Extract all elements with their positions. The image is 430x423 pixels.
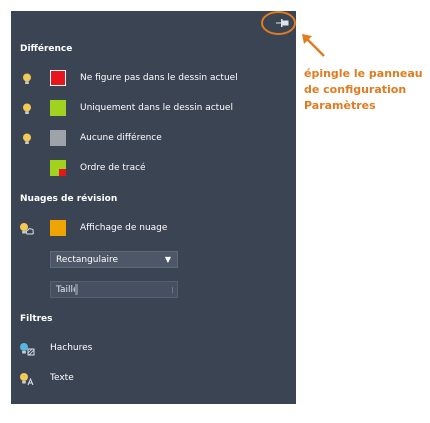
- settings-panel: Différence Ne figure pas dans le dessin …: [11, 11, 296, 404]
- filter-row-hatches[interactable]: Hachures: [11, 338, 296, 360]
- color-swatch-orange[interactable]: [50, 220, 66, 236]
- cloud-size-slider[interactable]: Taille: [50, 281, 178, 298]
- callout-line: Paramètres: [304, 99, 376, 112]
- callout-arrow-icon: [302, 34, 325, 57]
- difference-row-not-in-current[interactable]: Ne figure pas dans le dessin actuel: [11, 68, 296, 90]
- color-swatch-green[interactable]: [50, 100, 66, 116]
- text-bulb-icon[interactable]: [19, 372, 35, 386]
- section-title-filters: Filtres: [20, 314, 53, 324]
- difference-label: Ordre de tracé: [80, 163, 146, 173]
- cloud-shape-dropdown[interactable]: Rectangulaire ▼: [50, 251, 178, 268]
- cloud-display-row[interactable]: Affichage de nuage: [11, 218, 296, 240]
- section-title-revision-clouds: Nuages de révision: [20, 194, 118, 204]
- color-swatch-gray[interactable]: [50, 130, 66, 146]
- difference-label: Aucune différence: [80, 133, 162, 143]
- difference-row-no-difference[interactable]: Aucune différence: [11, 128, 296, 150]
- cloud-shape-value: Rectangulaire: [56, 255, 119, 265]
- lightbulb-icon[interactable]: [22, 73, 32, 85]
- difference-row-only-in-current[interactable]: Uniquement dans le dessin actuel: [11, 98, 296, 120]
- lightbulb-icon[interactable]: [22, 133, 32, 145]
- color-swatch-draw-order[interactable]: [50, 160, 66, 176]
- difference-label: Ne figure pas dans le dessin actuel: [80, 73, 238, 83]
- difference-row-draw-order[interactable]: Ordre de tracé: [11, 158, 296, 180]
- callout-highlight-ellipse: [261, 11, 296, 35]
- chevron-down-icon: ▼: [164, 255, 171, 264]
- slider-thumb[interactable]: [75, 284, 78, 295]
- callout-text: épingle le panneau de configuration Para…: [304, 66, 428, 114]
- color-swatch-red[interactable]: [50, 70, 66, 86]
- cloud-bulb-icon[interactable]: [19, 222, 35, 236]
- filter-label: Hachures: [50, 343, 93, 353]
- slider-end-tick: [172, 287, 173, 293]
- hatch-bulb-icon[interactable]: [19, 342, 35, 356]
- filter-row-text[interactable]: Texte: [11, 368, 296, 390]
- lightbulb-icon[interactable]: [22, 103, 32, 115]
- filter-label: Texte: [50, 373, 74, 383]
- callout-line: de configuration: [304, 83, 407, 96]
- cloud-display-label: Affichage de nuage: [80, 223, 168, 233]
- difference-label: Uniquement dans le dessin actuel: [80, 103, 233, 113]
- section-title-difference: Différence: [20, 44, 73, 54]
- callout-line: épingle le panneau: [304, 67, 423, 80]
